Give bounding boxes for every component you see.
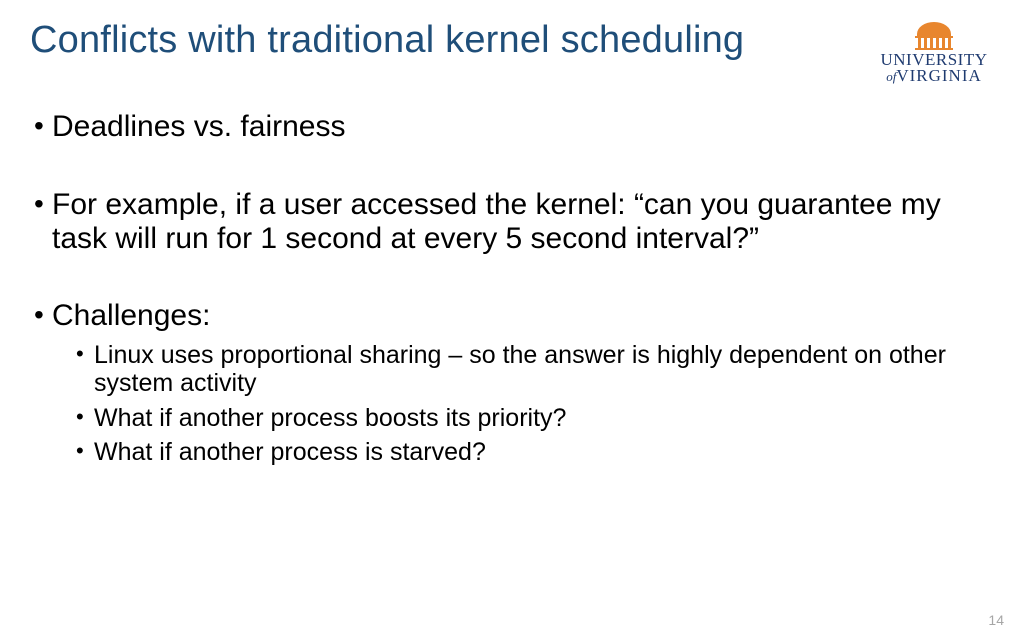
- page-number: 14: [988, 612, 1004, 628]
- sub-bullet-item: What if another process boosts its prior…: [72, 404, 994, 433]
- uva-logo: UNIVERSITY ofVIRGINIA: [874, 20, 994, 84]
- bullet-item: Deadlines vs. fairness: [30, 110, 994, 144]
- bullet-item: Challenges: Linux uses proportional shar…: [30, 299, 994, 467]
- slide: Conflicts with traditional kernel schedu…: [0, 0, 1024, 640]
- header: Conflicts with traditional kernel schedu…: [30, 20, 994, 84]
- bullet-list: Deadlines vs. fairness For example, if a…: [30, 110, 994, 466]
- bullet-text: Challenges:: [52, 299, 210, 332]
- logo-text: UNIVERSITY ofVIRGINIA: [874, 52, 994, 84]
- logo-of: of: [886, 69, 896, 84]
- logo-line-2: VIRGINIA: [896, 66, 981, 85]
- slide-title: Conflicts with traditional kernel schedu…: [30, 20, 744, 62]
- sub-bullet-item: What if another process is starved?: [72, 438, 994, 467]
- sub-bullet-item: Linux uses proportional sharing – so the…: [72, 341, 994, 398]
- rotunda-icon: [911, 20, 957, 50]
- bullet-item: For example, if a user accessed the kern…: [30, 188, 994, 255]
- content: Deadlines vs. fairness For example, if a…: [30, 110, 994, 466]
- logo-line-2-wrap: ofVIRGINIA: [886, 68, 982, 85]
- sub-bullet-list: Linux uses proportional sharing – so the…: [52, 341, 994, 467]
